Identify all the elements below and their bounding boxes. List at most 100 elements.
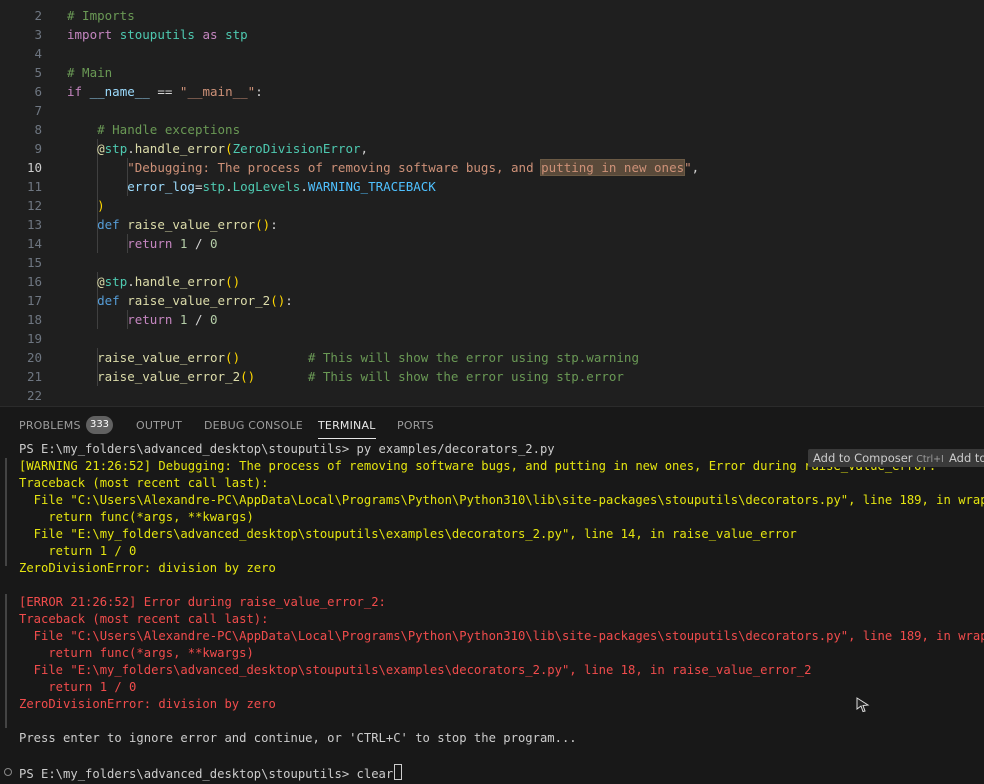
code-line[interactable]: 19 — [0, 329, 984, 348]
code-line[interactable]: 10 "Debugging: The process of removing s… — [0, 158, 984, 177]
line-number: 15 — [26, 255, 42, 270]
terminal-line: File "C:\Users\Alexandre-PC\AppData\Loca… — [19, 493, 984, 507]
code-token: # This will show the error using stp.err… — [307, 369, 624, 384]
code-line[interactable]: 18 return 1 / 0 — [0, 310, 984, 329]
terminal-cursor — [394, 764, 403, 780]
code-token: handle_error — [134, 274, 226, 289]
code-token: . — [300, 179, 308, 194]
code-line[interactable]: 7 — [0, 101, 984, 120]
code-token: () — [240, 369, 256, 384]
code-text: return 1 / 0 — [67, 310, 218, 329]
code-line[interactable]: 12 ) — [0, 196, 984, 215]
code-line[interactable]: 13 def raise_value_error(): — [0, 215, 984, 234]
mouse-pointer-icon — [856, 697, 870, 713]
code-token: stp — [225, 27, 248, 42]
code-line[interactable]: 4 — [0, 44, 984, 63]
code-token: return — [127, 312, 173, 327]
code-token: raise_value_error — [127, 217, 256, 232]
terminal-input-text: clear — [356, 767, 394, 781]
problems-count-badge: 333 — [86, 416, 113, 434]
code-line[interactable]: 9 @stp.handle_error(ZeroDivisionError, — [0, 139, 984, 158]
code-line[interactable]: 21 raise_value_error_2() # This will sho… — [0, 367, 984, 386]
code-token: . — [127, 141, 135, 156]
code-token: # Imports — [67, 8, 135, 23]
code-token: __name__ — [89, 84, 150, 99]
line-number: 22 — [26, 388, 42, 403]
code-token: as — [202, 27, 218, 42]
code-text: return 1 / 0 — [67, 234, 218, 253]
code-token: raise_value_error_2 — [127, 293, 271, 308]
code-text: ) — [67, 196, 105, 215]
code-token: # Main — [67, 65, 113, 80]
terminal-line: ZeroDivisionError: division by zero — [19, 697, 276, 711]
code-text: if __name__ == "__main__": — [67, 82, 263, 101]
code-line[interactable]: 5 # Main — [0, 63, 984, 82]
code-token: return — [127, 236, 173, 251]
add-to-chat-button[interactable]: Add to — [944, 449, 984, 467]
terminal-warning-line: [WARNING 21:26:52] Debugging: The proces… — [19, 459, 937, 473]
code-line[interactable]: 11 error_log=stp.LogLevels.WARNING_TRACE… — [0, 177, 984, 196]
command-decoration-icon[interactable] — [4, 768, 12, 776]
line-number: 3 — [34, 27, 42, 42]
code-line[interactable]: 22 — [0, 386, 984, 405]
code-token: 0 — [210, 236, 218, 251]
code-token: "__main__" — [179, 84, 256, 99]
line-number: 7 — [34, 103, 42, 118]
tab-ports[interactable]: PORTS — [397, 419, 434, 432]
code-token: () — [225, 350, 241, 365]
add-to-composer-label: Add to Composer — [813, 451, 913, 465]
code-text: raise_value_error() # This will show the… — [67, 348, 639, 367]
terminal-error-line: [ERROR 21:26:52] Error during raise_valu… — [19, 595, 386, 609]
code-line[interactable]: 8 # Handle exceptions — [0, 120, 984, 139]
line-number: 21 — [26, 369, 42, 384]
code-editor[interactable]: 2 # Imports 3 import stouputils as stp 4 5 # M… — [0, 0, 984, 406]
code-token: " — [684, 160, 692, 175]
code-line[interactable]: 15 — [0, 253, 984, 272]
code-token: # This will show the error using stp.war… — [307, 350, 639, 365]
code-text: @stp.handle_error(ZeroDivisionError, — [67, 139, 368, 158]
code-token: 0 — [210, 312, 218, 327]
code-line[interactable]: 16 @stp.handle_error() — [0, 272, 984, 291]
code-token: raise_value_error_2 — [97, 369, 241, 384]
code-line[interactable]: 2 # Imports — [0, 6, 984, 25]
add-to-composer-button[interactable]: Add to Composer Ctrl+I — [808, 449, 949, 467]
code-token: putting in new ones — [540, 159, 686, 176]
terminal-line: return func(*args, **kwargs) — [19, 510, 254, 524]
code-line[interactable]: 3 import stouputils as stp — [0, 25, 984, 44]
line-number: 8 — [34, 122, 42, 137]
code-line[interactable]: 17 def raise_value_error_2(): — [0, 291, 984, 310]
code-token: @ — [97, 274, 105, 289]
tab-terminal[interactable]: TERMINAL — [318, 419, 376, 439]
code-token: () — [255, 217, 271, 232]
code-line[interactable]: 14 return 1 / 0 — [0, 234, 984, 253]
terminal-input-line[interactable]: PS E:\my_folders\advanced_desktop\stoupu… — [19, 764, 403, 781]
code-token: stouputils — [119, 27, 195, 42]
code-text: # Handle exceptions — [67, 120, 240, 139]
tab-output[interactable]: OUTPUT — [136, 419, 182, 432]
code-token: import — [67, 27, 113, 42]
code-line[interactable]: 6 if __name__ == "__main__": — [0, 82, 984, 101]
code-token: , — [360, 141, 369, 156]
tab-debug-console[interactable]: DEBUG CONSOLE — [204, 419, 303, 432]
line-number: 16 — [26, 274, 42, 289]
code-token: : — [270, 217, 278, 232]
code-token: ( — [225, 141, 233, 156]
code-token: == — [149, 84, 180, 99]
line-number: 10 — [26, 160, 42, 175]
code-token: . — [127, 274, 135, 289]
code-token: stp — [104, 274, 128, 289]
code-token: def — [97, 293, 120, 308]
code-text: # Imports — [67, 6, 135, 25]
tab-problems[interactable]: PROBLEMS — [19, 419, 81, 432]
code-line[interactable]: 20 raise_value_error() # This will show … — [0, 348, 984, 367]
